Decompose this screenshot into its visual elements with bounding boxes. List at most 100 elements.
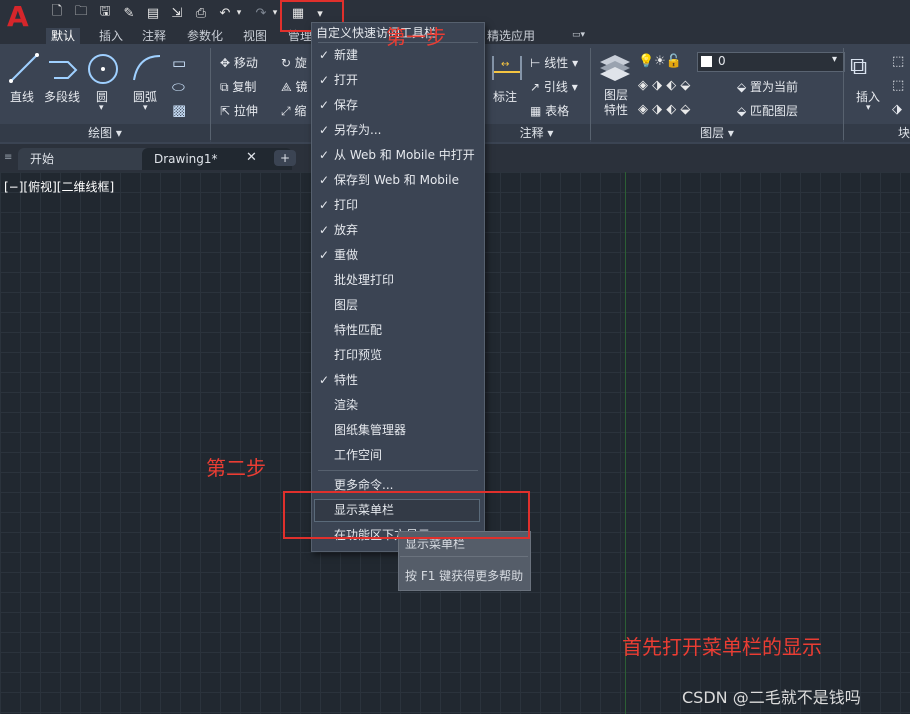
tab-view[interactable]: 视图 — [238, 28, 272, 44]
block-tool-icon-1[interactable]: ⬚ — [892, 54, 904, 69]
menu-item-label: 放弃 — [334, 223, 359, 237]
menu-item-label: 批处理打印 — [334, 273, 395, 287]
tab-drawing1[interactable]: Drawing1* — [142, 148, 292, 170]
rotate-button[interactable]: ↻ 旋 — [281, 54, 307, 71]
dimension-button[interactable]: 标注 — [493, 88, 517, 105]
layer-state-icons[interactable]: 💡☀🔓 — [638, 54, 682, 69]
layers-panel-label: 图层 — [700, 126, 725, 140]
arc-dropdown-icon[interactable]: ▾ — [143, 103, 148, 113]
block-tool-icon-2[interactable]: ⬚ — [892, 78, 904, 93]
menu-item[interactable]: ✓ 保存到 Web 和 Mobile — [312, 168, 482, 193]
menu-item[interactable]: ✓ 另存为... — [312, 118, 482, 143]
modify-panel-title[interactable] — [211, 124, 311, 142]
set-current-button[interactable]: ⬙ 置为当前 — [737, 78, 798, 95]
hatch-icon[interactable]: ▩ — [172, 101, 186, 119]
close-tab-icon[interactable]: ✕ — [246, 150, 257, 165]
insert-dropdown-icon[interactable]: ▾ — [866, 103, 871, 113]
draw-panel-title[interactable]: 绘图 ▾ — [0, 124, 210, 142]
publish-icon[interactable]: ▤ — [144, 4, 162, 22]
set-current-label: 置为当前 — [750, 80, 799, 94]
layer-tools-row-2[interactable]: ◈ ⬗ ⬖ ⬙ — [638, 102, 690, 117]
layer-properties-button[interactable]: 图层 特性 — [604, 88, 628, 118]
file-tabs-menu-icon[interactable]: ≡ — [4, 152, 12, 163]
layer-properties-icon[interactable] — [598, 52, 632, 85]
print-icon[interactable]: ⎙ — [192, 4, 210, 22]
menu-item-label: 渲染 — [334, 398, 359, 412]
tab-overflow-icon[interactable]: ▭▾ — [572, 30, 585, 40]
save-icon[interactable]: 🖫 — [96, 4, 114, 22]
mirror-button[interactable]: ⟁ 镜 — [281, 78, 308, 95]
tab-annotate[interactable]: 注释 — [137, 28, 171, 44]
menu-item[interactable]: 渲染 — [312, 393, 482, 418]
draw-panel-label: 绘图 — [88, 126, 113, 140]
layers-panel-title[interactable]: 图层 ▾ — [591, 124, 843, 142]
match-layer-button[interactable]: ⬙ 匹配图层 — [737, 102, 798, 119]
leader-button[interactable]: ↗ 引线 ▾ — [530, 78, 578, 95]
layer-tools-row-1[interactable]: ◈ ⬗ ⬖ ⬙ — [638, 78, 690, 93]
layer-color-swatch — [701, 56, 712, 67]
annotation-panel-label: 注释 — [519, 126, 544, 140]
redo-dropdown-icon[interactable]: ▾ — [270, 4, 280, 22]
menu-item-label: 特性 — [334, 373, 359, 387]
tab-default[interactable]: 默认 — [46, 28, 81, 44]
menu-item[interactable]: ✓ 特性 — [312, 368, 482, 393]
tab-featured-apps[interactable]: 精选应用 — [482, 28, 540, 44]
menu-item[interactable]: 特性匹配 — [312, 318, 482, 343]
tab-insert[interactable]: 插入 — [94, 28, 128, 44]
block-tool-icon-3[interactable]: ⬗ — [892, 102, 902, 117]
new-tab-button[interactable]: + — [274, 150, 296, 166]
step2-annotation: 第二步 — [206, 456, 266, 480]
copy-button[interactable]: ⧉ 复制 — [220, 78, 256, 95]
check-icon: ✓ — [318, 223, 330, 237]
undo-icon[interactable]: ↶ — [216, 4, 234, 22]
move-button[interactable]: ✥ 移动 — [220, 54, 258, 71]
block-panel-label: 块 — [897, 126, 910, 140]
polyline-button[interactable]: 多段线 — [44, 88, 80, 105]
check-icon: ✓ — [318, 248, 330, 262]
line-button[interactable]: 直线 — [10, 88, 34, 105]
viewport-controls[interactable]: [−][俯视][二维线框] — [4, 178, 114, 195]
insert-block-icon[interactable]: ⧉ — [850, 52, 867, 80]
mirror-label: 镜 — [295, 80, 308, 94]
menu-item[interactable]: ✓ 从 Web 和 Mobile 中打开 — [312, 143, 482, 168]
check-icon: ✓ — [318, 73, 330, 87]
table-button[interactable]: ▦ 表格 — [530, 102, 569, 119]
open-icon[interactable]: 🗀 — [72, 4, 90, 22]
new-icon[interactable]: 🗋 — [48, 4, 66, 22]
layer-properties-label-1: 图层 — [604, 88, 629, 102]
menu-item[interactable]: 批处理打印 — [312, 268, 482, 293]
circle-icon[interactable] — [86, 52, 120, 89]
stretch-button[interactable]: ⇱ 拉伸 — [220, 102, 258, 119]
menu-item[interactable]: 图层 — [312, 293, 482, 318]
tab-parametric[interactable]: 参数化 — [182, 28, 228, 44]
undo-dropdown-icon[interactable]: ▾ — [234, 4, 244, 22]
menu-item[interactable]: ✓ 放弃 — [312, 218, 482, 243]
arc-icon[interactable] — [130, 52, 164, 87]
menu-item[interactable]: ✓ 保存 — [312, 93, 482, 118]
layer-dropdown[interactable]: 0 ▾ — [697, 52, 845, 72]
dimension-icon[interactable]: ↔ — [490, 52, 524, 87]
circle-dropdown-icon[interactable]: ▾ — [99, 103, 104, 113]
block-panel-title[interactable]: 块 — [844, 124, 910, 142]
save-as-icon[interactable]: ✎ — [120, 4, 138, 22]
annotation-panel-title[interactable]: 注释 ▾ — [483, 124, 590, 142]
menu-item[interactable]: ✓ 打开 — [312, 68, 482, 93]
menu-item[interactable]: 图纸集管理器 — [312, 418, 482, 443]
menu-item[interactable]: ✓ 重做 — [312, 243, 482, 268]
ellipse-icon[interactable]: ⬭ — [172, 78, 185, 96]
redo-icon[interactable]: ↷ — [252, 4, 270, 22]
tooltip-divider — [400, 556, 528, 557]
menu-item[interactable]: ✓ 打印 — [312, 193, 482, 218]
scale-button[interactable]: ⤢ 缩 — [281, 102, 306, 119]
menu-item-label: 图纸集管理器 — [334, 423, 407, 437]
menu-item-label: 另存为... — [334, 123, 382, 137]
polyline-icon[interactable] — [46, 52, 80, 87]
rectangle-icon[interactable]: ▭ — [172, 54, 186, 72]
tab-drawing1-label: Drawing1* — [154, 152, 218, 166]
export-icon[interactable]: ⇲ — [168, 4, 186, 22]
menu-item[interactable]: 工作空间 — [312, 443, 482, 468]
menu-item[interactable]: 打印预览 — [312, 343, 482, 368]
linear-button[interactable]: ⊢ 线性 ▾ — [530, 54, 578, 71]
line-icon[interactable] — [8, 52, 40, 87]
tab-start[interactable]: 开始 — [18, 148, 158, 170]
